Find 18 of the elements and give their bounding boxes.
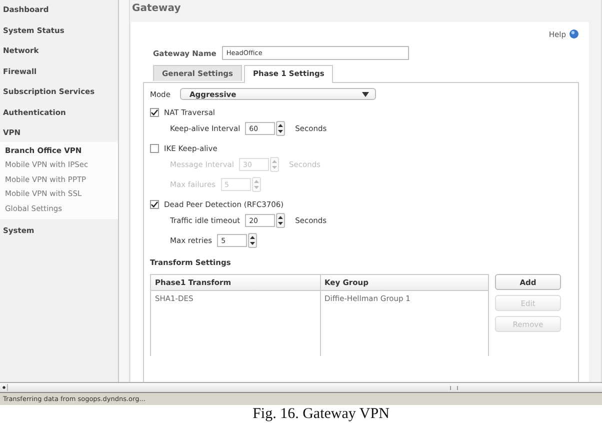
up-down-arrows-icon [278, 215, 284, 226]
checkbox[interactable] [150, 108, 159, 117]
figure-caption: Fig. 16. Gateway VPN [252, 406, 390, 422]
up-down-arrows-icon [250, 235, 256, 246]
checkbox[interactable] [150, 200, 159, 209]
up-down-arrows-icon [278, 123, 284, 134]
checkbox[interactable] [150, 144, 159, 153]
caret-icon [362, 92, 370, 96]
spin-button[interactable] [276, 121, 286, 136]
spin-button[interactable] [248, 233, 258, 248]
page-title: Gateway [131, 2, 182, 16]
up-down-arrows-icon [254, 179, 258, 190]
up-down-arrows-icon [272, 159, 277, 170]
check-icon [151, 109, 158, 116]
check-icon [151, 201, 158, 208]
horizontal-scrollbar[interactable] [0, 382, 602, 393]
spin-button[interactable] [276, 213, 286, 228]
help-icon [569, 29, 579, 39]
